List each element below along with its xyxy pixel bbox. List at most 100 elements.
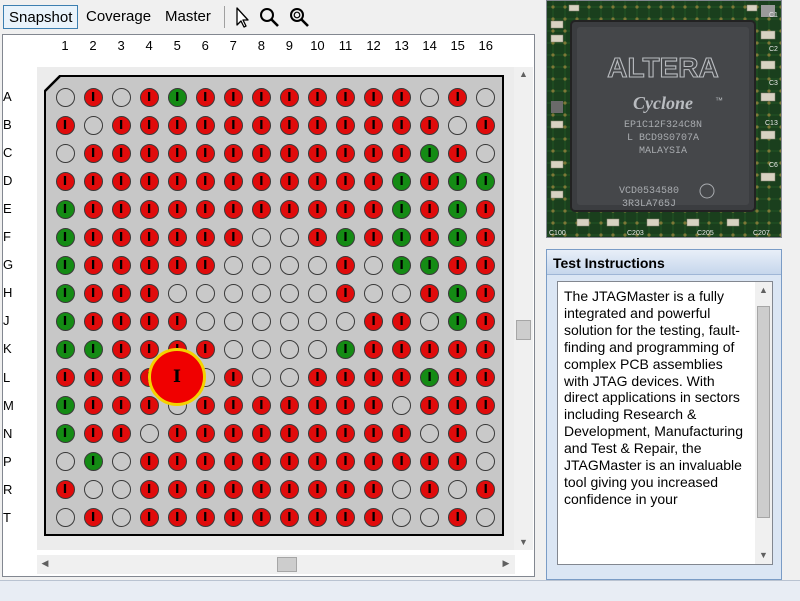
instructions-scroll-down[interactable]: ▼ — [755, 550, 772, 560]
pin-M10[interactable]: I — [307, 396, 327, 416]
pin-L13[interactable]: I — [392, 368, 412, 387]
zoom-fit-icon[interactable] — [288, 6, 310, 28]
pin-H9[interactable] — [279, 283, 299, 303]
pin-F6[interactable]: I — [195, 227, 215, 247]
pin-H13[interactable] — [392, 283, 412, 303]
pin-N10[interactable]: I — [307, 424, 327, 444]
pin-C7[interactable]: I — [223, 143, 243, 163]
pin-C15[interactable]: I — [448, 143, 468, 163]
pin-L7[interactable]: I — [223, 368, 243, 387]
pin-F2[interactable]: I — [83, 227, 103, 247]
pin-N3[interactable]: I — [111, 424, 131, 444]
pin-P1[interactable] — [55, 452, 75, 472]
pin-C5[interactable]: I — [167, 143, 187, 163]
pin-N7[interactable]: I — [223, 424, 243, 444]
pin-R1[interactable]: I — [55, 480, 75, 500]
pin-G2[interactable]: I — [83, 255, 103, 275]
pin-H1[interactable]: I — [55, 283, 75, 303]
pin-C11[interactable]: I — [336, 143, 355, 163]
pin-C14[interactable]: I — [420, 143, 440, 163]
pin-D1[interactable]: I — [55, 171, 75, 191]
pin-M11[interactable]: I — [336, 396, 355, 416]
pin-E2[interactable]: I — [83, 199, 103, 219]
pin-C8[interactable]: I — [251, 143, 271, 163]
pin-T2[interactable]: I — [83, 508, 103, 528]
pin-C12[interactable]: I — [364, 143, 384, 163]
horizontal-scroll-thumb[interactable] — [277, 557, 297, 572]
pin-C10[interactable]: I — [307, 143, 327, 163]
pin-M12[interactable]: I — [364, 396, 384, 416]
pin-J14[interactable] — [420, 311, 440, 331]
pin-G11[interactable]: I — [336, 255, 355, 275]
pin-E14[interactable]: I — [420, 199, 440, 219]
pin-M8[interactable]: I — [251, 396, 271, 416]
pin-E13[interactable]: I — [392, 199, 412, 219]
pin-D10[interactable]: I — [307, 171, 327, 191]
pin-H16[interactable]: I — [476, 283, 496, 303]
pin-D6[interactable]: I — [195, 171, 215, 191]
pin-G6[interactable]: I — [195, 255, 215, 275]
pin-K1[interactable]: I — [55, 339, 75, 359]
pin-F10[interactable]: I — [307, 227, 327, 247]
pin-E9[interactable]: I — [279, 199, 299, 219]
pin-A13[interactable]: I — [392, 87, 412, 107]
pin-C6[interactable]: I — [195, 143, 215, 163]
pin-R7[interactable]: I — [223, 480, 243, 500]
instructions-scroll-up[interactable]: ▲ — [755, 285, 772, 295]
pin-G10[interactable] — [307, 255, 327, 275]
pin-N12[interactable]: I — [364, 424, 384, 444]
pin-R3[interactable] — [111, 480, 131, 500]
pin-G3[interactable]: I — [111, 255, 131, 275]
pin-B15[interactable] — [448, 115, 468, 135]
pin-B9[interactable]: I — [279, 115, 299, 135]
pin-P4[interactable]: I — [139, 452, 159, 472]
pin-J1[interactable]: I — [55, 311, 75, 331]
pin-F15[interactable]: I — [448, 227, 468, 247]
pin-D11[interactable]: I — [336, 171, 355, 191]
pin-B4[interactable]: I — [139, 115, 159, 135]
pin-A16[interactable] — [476, 87, 496, 107]
instructions-scroll-thumb[interactable] — [757, 306, 770, 518]
pin-A10[interactable]: I — [307, 87, 327, 107]
pin-B3[interactable]: I — [111, 115, 131, 135]
pin-L11[interactable]: I — [336, 368, 355, 387]
pin-E11[interactable]: I — [336, 199, 355, 219]
pin-J6[interactable] — [195, 311, 215, 331]
pin-A9[interactable]: I — [279, 87, 299, 107]
pin-D5[interactable]: I — [167, 171, 187, 191]
pin-A8[interactable]: I — [251, 87, 271, 107]
pin-E8[interactable]: I — [251, 199, 271, 219]
pin-J9[interactable] — [279, 311, 299, 331]
pin-J12[interactable]: I — [364, 311, 384, 331]
pin-P8[interactable]: I — [251, 452, 271, 472]
pin-H3[interactable]: I — [111, 283, 131, 303]
pin-N11[interactable]: I — [336, 424, 355, 444]
pin-F3[interactable]: I — [111, 227, 131, 247]
pin-F11[interactable]: I — [336, 227, 355, 247]
pin-T8[interactable]: I — [251, 508, 271, 528]
pin-H2[interactable]: I — [83, 283, 103, 303]
pin-H7[interactable] — [223, 283, 243, 303]
pin-L3[interactable]: I — [111, 368, 131, 387]
pin-B8[interactable]: I — [251, 115, 271, 135]
pin-B2[interactable] — [83, 115, 103, 135]
pin-M3[interactable]: I — [111, 396, 131, 416]
pin-C4[interactable]: I — [139, 143, 159, 163]
pin-P10[interactable]: I — [307, 452, 327, 472]
pin-A15[interactable]: I — [448, 87, 468, 107]
pin-R4[interactable]: I — [139, 480, 159, 500]
pin-K8[interactable] — [251, 339, 271, 359]
pin-L12[interactable]: I — [364, 368, 384, 387]
pin-H11[interactable]: I — [336, 283, 355, 303]
pin-E15[interactable]: I — [448, 199, 468, 219]
pin-H4[interactable]: I — [139, 283, 159, 303]
scroll-left-arrow[interactable]: ◀ — [39, 558, 51, 569]
pin-D3[interactable]: I — [111, 171, 131, 191]
pin-F5[interactable]: I — [167, 227, 187, 247]
pin-M1[interactable]: I — [55, 396, 75, 416]
pin-J16[interactable]: I — [476, 311, 496, 331]
pin-C9[interactable]: I — [279, 143, 299, 163]
pin-C1[interactable] — [55, 143, 75, 163]
pin-D13[interactable]: I — [392, 171, 412, 191]
zoom-icon[interactable] — [258, 6, 280, 28]
